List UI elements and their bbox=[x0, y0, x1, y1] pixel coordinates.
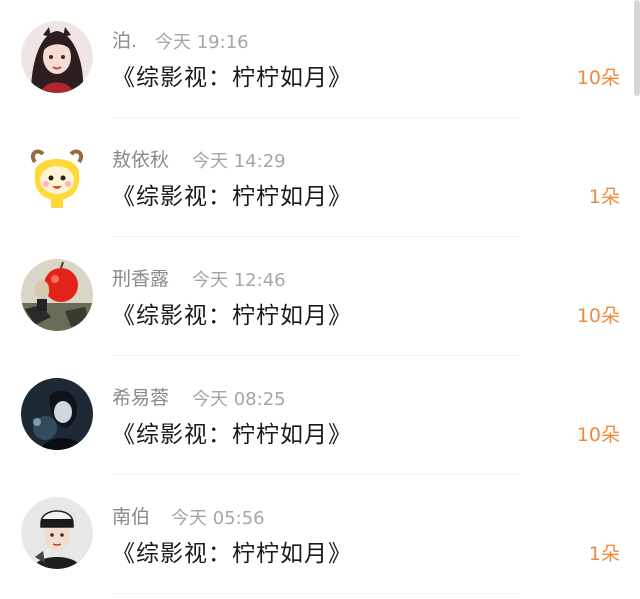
sender-name[interactable]: 泊. bbox=[112, 26, 137, 53]
book-title[interactable]: 《综影视：柠柠如月》 bbox=[112, 415, 352, 449]
list-item[interactable]: 敖依秋 今天 14:29 《综影视：柠柠如月》 1朵 bbox=[0, 119, 640, 238]
red-apple-avatar-icon bbox=[21, 259, 93, 331]
avatar[interactable] bbox=[21, 21, 93, 93]
avatar[interactable] bbox=[21, 378, 93, 450]
sender-name[interactable]: 南伯 bbox=[112, 502, 150, 529]
list-item[interactable]: 南伯 今天 05:56 《综影视：柠柠如月》 1朵 bbox=[0, 476, 640, 595]
divider bbox=[112, 355, 520, 356]
gift-count: 10朵 bbox=[576, 305, 620, 327]
gift-count: 1朵 bbox=[588, 186, 620, 208]
timestamp: 今天 19:16 bbox=[155, 32, 249, 53]
book-title[interactable]: 《综影视：柠柠如月》 bbox=[112, 296, 352, 330]
gift-count: 10朵 bbox=[576, 424, 620, 446]
sender-name[interactable]: 敖依秋 bbox=[112, 145, 169, 172]
list-item[interactable]: 希易蓉 今天 08:25 《综影视：柠柠如月》 10朵 bbox=[0, 357, 640, 476]
gift-count: 10朵 bbox=[576, 67, 620, 89]
book-title[interactable]: 《综影视：柠柠如月》 bbox=[112, 534, 352, 568]
timestamp: 今天 14:29 bbox=[192, 151, 286, 172]
yellow-cartoon-avatar-icon bbox=[21, 140, 93, 212]
avatar[interactable] bbox=[21, 140, 93, 212]
sender-name[interactable]: 刑香露 bbox=[112, 264, 169, 291]
timestamp: 今天 08:25 bbox=[192, 389, 286, 410]
scrollbar[interactable] bbox=[634, 0, 640, 96]
divider bbox=[112, 117, 520, 118]
avatar[interactable] bbox=[21, 259, 93, 331]
divider bbox=[112, 236, 520, 237]
timestamp: 今天 05:56 bbox=[171, 508, 265, 529]
girl-portrait-avatar-icon bbox=[21, 21, 93, 93]
list-item[interactable]: 刑香露 今天 12:46 《综影视：柠柠如月》 10朵 bbox=[0, 238, 640, 357]
sender-name[interactable]: 希易蓉 bbox=[112, 383, 169, 410]
message-list: 泊. 今天 19:16 《综影视：柠柠如月》 10朵 敖依秋 今天 14:29 bbox=[0, 0, 640, 599]
timestamp: 今天 12:46 bbox=[192, 270, 286, 291]
book-title[interactable]: 《综影视：柠柠如月》 bbox=[112, 177, 352, 211]
book-title[interactable]: 《综影视：柠柠如月》 bbox=[112, 58, 352, 92]
gift-count: 1朵 bbox=[588, 543, 620, 565]
avatar[interactable] bbox=[21, 497, 93, 569]
dark-anime-avatar-icon bbox=[21, 378, 93, 450]
divider bbox=[112, 474, 520, 475]
divider bbox=[112, 593, 520, 594]
list-item[interactable]: 泊. 今天 19:16 《综影视：柠柠如月》 10朵 bbox=[0, 0, 640, 119]
boy-beanie-avatar-icon bbox=[21, 497, 93, 569]
